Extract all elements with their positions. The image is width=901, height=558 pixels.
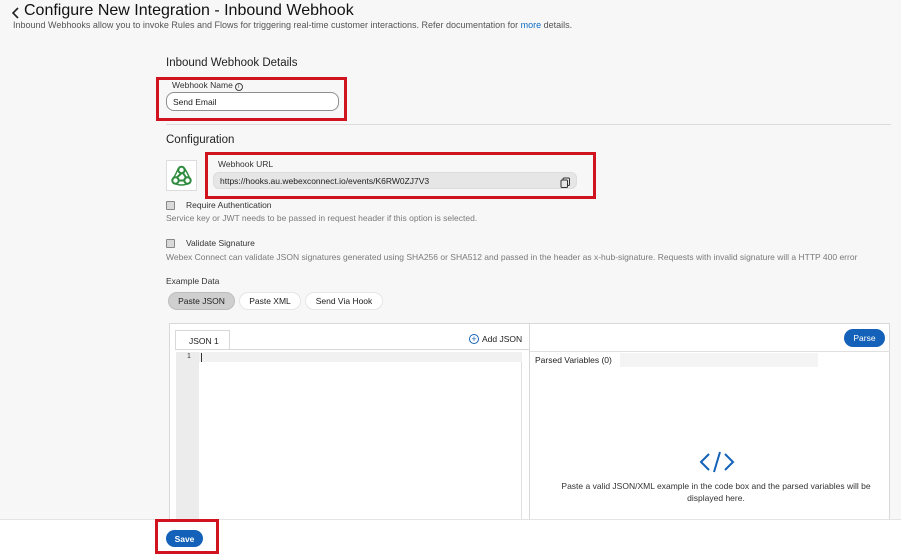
require-auth-checkbox[interactable] (166, 201, 175, 210)
webhook-name-value: Send Email (173, 96, 217, 107)
validate-signature-label: Validate Signature (186, 238, 255, 248)
line-number-gutter (176, 352, 199, 522)
validate-signature-checkbox[interactable] (166, 239, 175, 248)
json-editor-tab[interactable]: JSON 1 (175, 330, 230, 350)
parsed-variables-header-bar (620, 353, 818, 367)
webhook-url-value: https://hooks.au.webexconnect.io/events/… (220, 175, 430, 186)
text-cursor (201, 353, 202, 362)
webhook-name-input[interactable]: Send Email (166, 92, 339, 111)
configuration-section-title: Configuration (166, 134, 235, 146)
documentation-link[interactable]: more (521, 20, 542, 30)
add-json-label: Add JSON (482, 334, 523, 344)
code-brackets-icon (699, 450, 735, 474)
webhook-name-label: Webhook Name i (172, 80, 243, 91)
parsed-variables-label: Parsed Variables (0) (535, 355, 612, 365)
add-json-button[interactable]: + Add JSON (469, 334, 522, 344)
subtitle-text: Inbound Webhooks allow you to invoke Rul… (13, 20, 521, 30)
tab-paste-json[interactable]: Paste JSON (168, 292, 235, 310)
webhook-logo-icon (166, 160, 197, 191)
plus-circle-icon: + (469, 334, 479, 344)
parsed-empty-message: Paste a valid JSON/XML example in the co… (561, 481, 871, 503)
subtitle-suffix: details. (541, 20, 573, 30)
webhook-url-field[interactable]: https://hooks.au.webexconnect.io/events/… (213, 172, 577, 189)
webhook-name-label-text: Webhook Name (172, 80, 233, 90)
tab-paste-xml[interactable]: Paste XML (239, 292, 301, 310)
save-button[interactable]: Save (166, 530, 203, 547)
parse-button[interactable]: Parse (844, 329, 885, 347)
tab-send-via-hook[interactable]: Send Via Hook (305, 292, 383, 310)
json-code-area[interactable] (199, 352, 522, 522)
page-title: Configure New Integration - Inbound Webh… (24, 2, 354, 19)
line-number: 1 (187, 353, 191, 360)
editor-tab-divider (175, 349, 529, 350)
section-divider (166, 124, 891, 125)
example-data-label: Example Data (166, 276, 220, 286)
editor-split-divider (529, 323, 530, 523)
copy-icon[interactable] (560, 175, 571, 188)
info-icon[interactable]: i (234, 83, 243, 91)
json-editor-tab-label: JSON 1 (189, 336, 219, 346)
parsed-header-divider (530, 351, 890, 352)
active-line-highlight (199, 352, 522, 362)
webhook-url-label: Webhook URL (218, 159, 274, 169)
footer-bar (0, 519, 901, 558)
details-section-title: Inbound Webhook Details (166, 57, 298, 69)
page-subtitle: Inbound Webhooks allow you to invoke Rul… (13, 20, 572, 30)
require-auth-label: Require Authentication (186, 200, 272, 210)
validate-signature-help: Webex Connect can validate JSON signatur… (166, 252, 858, 262)
require-auth-help: Service key or JWT needs to be passed in… (166, 213, 478, 223)
